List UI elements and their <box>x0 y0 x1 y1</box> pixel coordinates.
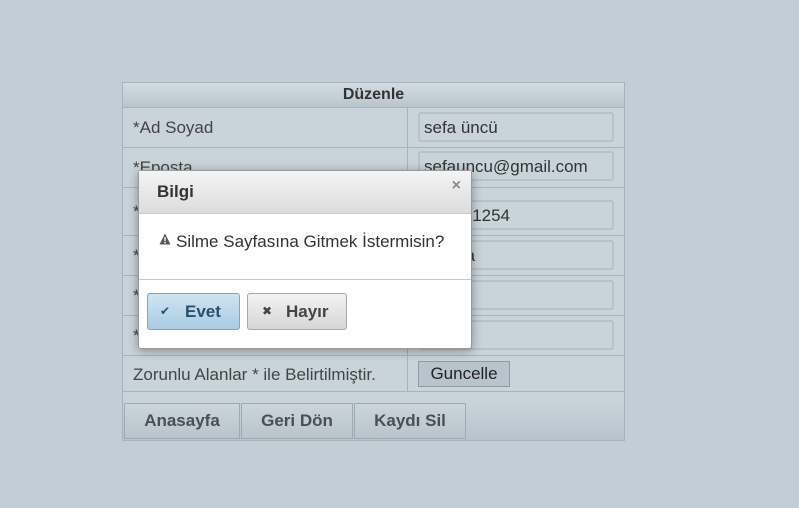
yes-button-label: Evet <box>185 302 221 321</box>
form-row-footer: Zorunlu Alanlar * ile Belirtilmiştir. Gu… <box>123 356 624 392</box>
close-icon[interactable]: × <box>452 177 461 195</box>
info-dialog: Bilgi × Silme Sayfasına Gitmek İstermisi… <box>138 170 472 349</box>
update-button[interactable]: Guncelle <box>418 361 510 387</box>
dialog-title: Bilgi <box>157 182 194 201</box>
required-note: Zorunlu Alanlar * ile Belirtilmiştir. <box>133 365 376 384</box>
form-row-name: *Ad Soyad sefa üncü <box>123 108 624 148</box>
warning-icon <box>159 233 171 245</box>
dialog-header: Bilgi × <box>139 171 471 214</box>
close-icon: ✖ <box>262 304 273 318</box>
home-button[interactable]: Anasayfa <box>124 403 240 439</box>
name-label: *Ad Soyad <box>133 118 214 137</box>
dialog-message: Silme Sayfasına Gitmek İstermisin? <box>176 232 445 251</box>
back-button[interactable]: Geri Dön <box>241 403 353 439</box>
form-title: Düzenle <box>123 83 624 108</box>
check-icon: ✔ <box>160 304 171 318</box>
yes-button[interactable]: ✔ Evet <box>147 293 240 330</box>
delete-record-button[interactable]: Kaydı Sil <box>354 403 466 439</box>
no-button[interactable]: ✖ Hayır <box>247 293 347 330</box>
name-input[interactable]: sefa üncü <box>418 112 614 142</box>
no-button-label: Hayır <box>286 302 329 321</box>
nav-bar: Anasayfa Geri Dön Kaydı Sil <box>123 401 624 440</box>
dialog-body: Silme Sayfasına Gitmek İstermisin? <box>139 213 471 280</box>
